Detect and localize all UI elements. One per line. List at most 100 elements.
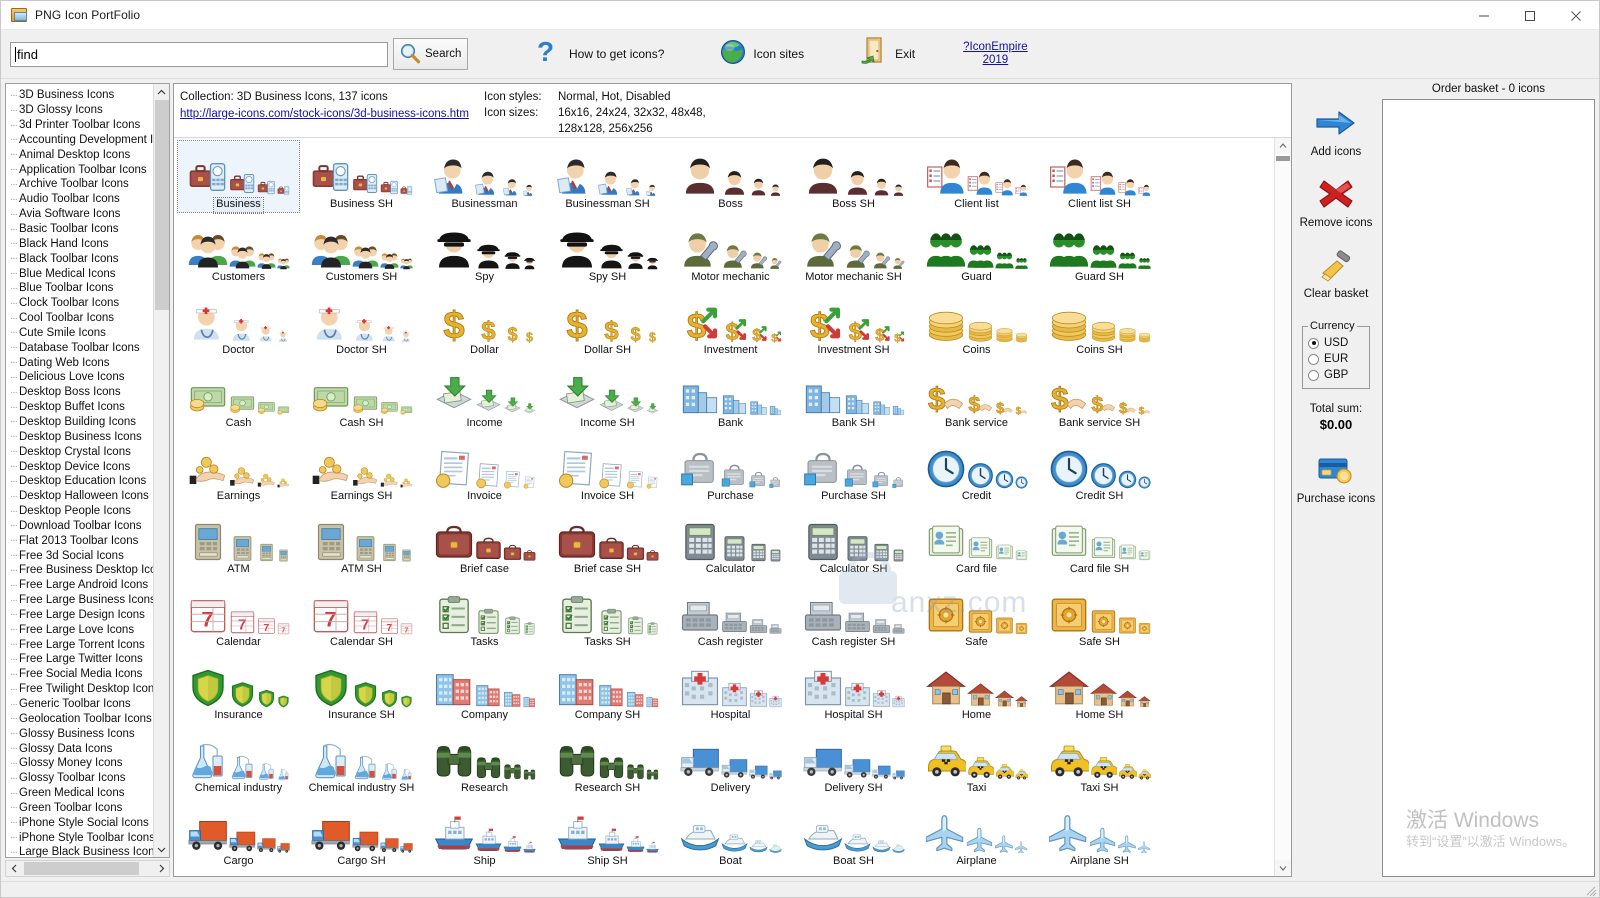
sidebar-item[interactable]: ··· Generic Toolbar Icons xyxy=(8,697,153,712)
sidebar-item[interactable]: ··· Clock Toolbar Icons xyxy=(8,296,153,311)
icon-grid-cell[interactable]: Taxi xyxy=(915,724,1038,797)
sidebar-item[interactable]: ··· Glossy Data Icons xyxy=(8,741,153,756)
currency-option-usd[interactable]: USD xyxy=(1308,335,1364,351)
sidebar-item[interactable]: ··· Database Toolbar Icons xyxy=(8,340,153,355)
icon-grid-cell[interactable]: Cash register xyxy=(669,578,792,651)
icon-grid-cell[interactable]: Insurance SH xyxy=(300,651,423,724)
icon-grid-cell[interactable]: Business xyxy=(177,140,300,214)
grid-scroll-down-icon[interactable] xyxy=(1275,860,1292,876)
icon-grid-cell[interactable]: Client list xyxy=(915,140,1038,213)
exit-button[interactable]: Exit xyxy=(854,32,921,76)
sidebar-item[interactable]: ··· Geolocation Toolbar Icons xyxy=(8,711,153,726)
sidebar-item[interactable]: ··· Glossy Money Icons xyxy=(8,756,153,771)
currency-option-eur[interactable]: EUR xyxy=(1308,351,1364,367)
icon-grid-cell[interactable]: Airplane SH xyxy=(1038,797,1161,870)
icon-grid-cell[interactable]: Coins xyxy=(915,286,1038,359)
icon-grid-cell[interactable]: Coins SH xyxy=(1038,286,1161,359)
sidebar-item[interactable]: ··· Free Social Media Icons xyxy=(8,667,153,682)
sidebar-item[interactable]: ···Free Business Desktop Icons xyxy=(8,563,153,578)
sidebar-item[interactable]: ··· Free 3d Social Icons xyxy=(8,548,153,563)
icon-grid-cell[interactable]: Spy xyxy=(423,213,546,286)
resize-grip-icon[interactable] xyxy=(1585,884,1597,897)
icon-grid-cell[interactable]: Company xyxy=(423,651,546,724)
icon-grid-cell[interactable]: Safe xyxy=(915,578,1038,651)
sidebar-item[interactable]: ··· iPhone Style Social Icons xyxy=(8,815,153,830)
icon-grid-cell[interactable]: Businessman xyxy=(423,140,546,213)
icon-grid-cell[interactable]: Cash SH xyxy=(300,359,423,432)
icon-grid-cell[interactable]: Cash xyxy=(177,359,300,432)
sidebar-item[interactable]: ··· 3d Printer Toolbar Icons xyxy=(8,118,153,133)
currency-option-gbp[interactable]: GBP xyxy=(1308,367,1364,383)
icon-grid-cell[interactable]: $ $ $ $ Investment xyxy=(669,286,792,359)
icon-grid-cell[interactable]: Home xyxy=(915,651,1038,724)
icon-grid-cell[interactable]: Card file SH xyxy=(1038,505,1161,578)
sidebar-item[interactable]: ··· Black Toolbar Icons xyxy=(8,251,153,266)
sidebar-item[interactable]: ··· Dating Web Icons xyxy=(8,355,153,370)
icon-grid-cell[interactable]: Airplane xyxy=(915,797,1038,870)
icon-grid-cell[interactable]: Business SH xyxy=(300,140,423,213)
collection-url-link[interactable]: http://large-icons.com/stock-icons/3d-bu… xyxy=(180,106,480,123)
grid-scroll-up-icon[interactable] xyxy=(1275,138,1292,154)
icon-grid-cell[interactable]: Tasks xyxy=(423,578,546,651)
icon-grid-cell[interactable]: Chemical industry SH xyxy=(300,724,423,797)
maximize-button[interactable] xyxy=(1507,1,1553,30)
icon-grid-cell[interactable]: Research SH xyxy=(546,724,669,797)
icon-grid-cell[interactable]: Boat xyxy=(669,797,792,870)
icon-grid-cell[interactable]: Invoice SH xyxy=(546,432,669,505)
search-input[interactable]: find xyxy=(10,41,388,67)
collections-horizontal-scrollbar[interactable] xyxy=(5,860,170,877)
icon-grid-cell[interactable]: Hospital SH xyxy=(792,651,915,724)
close-button[interactable] xyxy=(1553,1,1599,30)
sidebar-item[interactable]: ··· Blue Medical Icons xyxy=(8,266,153,281)
icon-grid-cell[interactable]: $ $ $ $ Dollar SH xyxy=(546,286,669,359)
icon-grid-cell[interactable]: Card file xyxy=(915,505,1038,578)
sidebar-item[interactable]: ··· Flat 2013 Toolbar Icons xyxy=(8,533,153,548)
sidebar-item[interactable]: ··· Desktop Halloween Icons xyxy=(8,489,153,504)
chevron-up-icon[interactable] xyxy=(154,84,170,100)
sidebar-item[interactable]: ··· Desktop Buffet Icons xyxy=(8,400,153,415)
icon-grid-cell[interactable]: Bank SH xyxy=(792,359,915,432)
icon-grid-cell[interactable]: Delivery xyxy=(669,724,792,797)
sidebar-item[interactable]: ···Accounting Development Icon xyxy=(8,133,153,148)
icon-grid-cell[interactable]: Client list SH xyxy=(1038,140,1161,213)
sidebar-item[interactable]: ··· Cool Toolbar Icons xyxy=(8,311,153,326)
icon-grid-cell[interactable]: Insurance xyxy=(177,651,300,724)
collections-hscroll-thumb[interactable] xyxy=(24,862,139,875)
sidebar-item[interactable]: ··· Basic Toolbar Icons xyxy=(8,222,153,237)
icon-grid-cell[interactable]: Safe SH xyxy=(1038,578,1161,651)
icon-grid-cell[interactable]: Income SH xyxy=(546,359,669,432)
icon-grid-cell[interactable]: Calculator xyxy=(669,505,792,578)
chevron-left-icon[interactable] xyxy=(6,861,22,876)
collections-vertical-scrollbar[interactable] xyxy=(153,84,169,857)
sidebar-item[interactable]: ··· Large Black Business Icons xyxy=(8,845,153,857)
icon-grid-cell[interactable]: Motor mechanic xyxy=(669,213,792,286)
icon-grid-cell[interactable]: Purchase xyxy=(669,432,792,505)
icon-grid-cell[interactable]: Credit xyxy=(915,432,1038,505)
icon-grid-cell[interactable]: Taxi SH xyxy=(1038,724,1161,797)
sidebar-item[interactable]: ··· Desktop Boss Icons xyxy=(8,385,153,400)
icon-grid-cell[interactable]: Customers xyxy=(177,213,300,286)
chevron-right-icon[interactable] xyxy=(153,861,169,876)
icon-grid-cell[interactable]: Cargo SH xyxy=(300,797,423,870)
icon-grid-cell[interactable]: Boss SH xyxy=(792,140,915,213)
add-icons-button[interactable]: Add icons xyxy=(1311,103,1361,158)
icon-grid-cell[interactable]: Businessman SH xyxy=(546,140,669,213)
minimize-button[interactable] xyxy=(1461,1,1507,30)
icon-grid-cell[interactable]: ATM SH xyxy=(300,505,423,578)
sidebar-item[interactable]: ··· Glossy Toolbar Icons xyxy=(8,771,153,786)
clear-basket-button[interactable]: Clear basket xyxy=(1304,245,1368,300)
sidebar-item[interactable]: ··· Avia Software Icons xyxy=(8,207,153,222)
order-basket-list[interactable] xyxy=(1382,99,1595,877)
sidebar-item[interactable]: ··· 3D Business Icons xyxy=(8,88,153,103)
icon-grid-cell[interactable]: Doctor xyxy=(177,286,300,359)
sidebar-item[interactable]: ··· Download Toolbar Icons xyxy=(8,518,153,533)
collections-scroll-thumb[interactable] xyxy=(154,100,169,310)
icon-grid-cell[interactable]: Company SH xyxy=(546,651,669,724)
icon-grid-cell[interactable]: Boat SH xyxy=(792,797,915,870)
sidebar-item[interactable]: ··· Green Medical Icons xyxy=(8,786,153,801)
sidebar-item[interactable]: ··· Desktop Education Icons xyxy=(8,474,153,489)
sidebar-item[interactable]: ··· Desktop People Icons xyxy=(8,504,153,519)
grid-scroll-thumb[interactable] xyxy=(1275,156,1290,161)
icon-grid-cell[interactable]: $ $ $ $ Bank service SH xyxy=(1038,359,1161,432)
icon-grid-cell[interactable]: Earnings SH xyxy=(300,432,423,505)
